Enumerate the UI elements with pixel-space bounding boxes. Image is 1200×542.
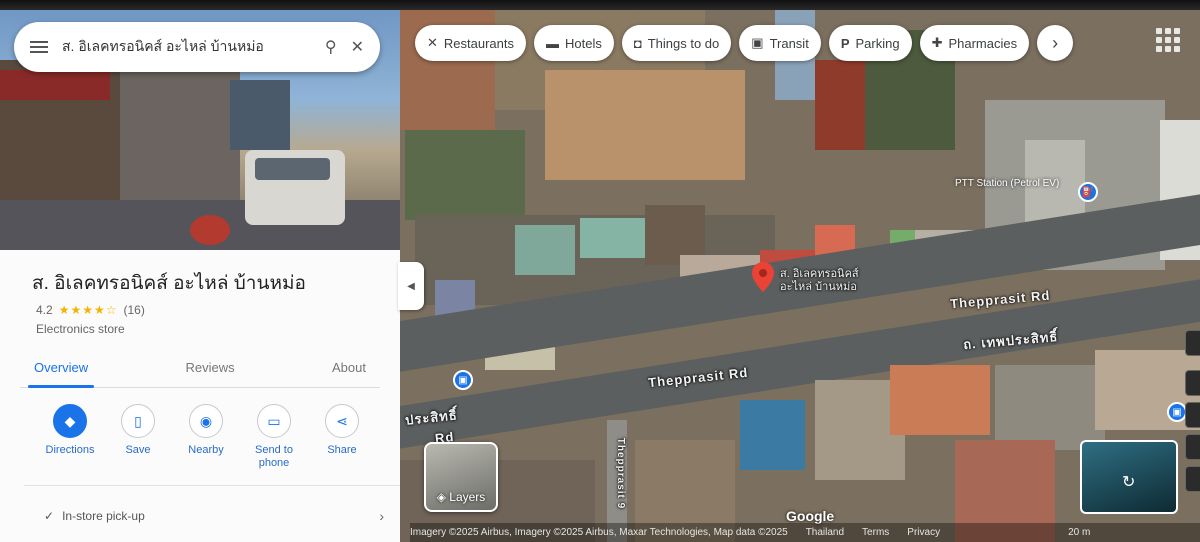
category-chips: ✕ Restaurants ▬ Hotels ◘ Things to do ▣ Tran… [415,25,1074,61]
phone-icon: ▭ [257,404,291,438]
chip-restaurants[interactable]: ✕ Restaurants [415,25,526,61]
place-category[interactable]: Electronics store [36,322,125,336]
pharmacy-icon: ✚ [931,35,943,50]
chip-label: Restaurants [443,35,514,51]
road-label-side-street: Thepprasit 9 [615,437,627,510]
action-label: Send to phone [255,444,293,469]
pickup-label: In-store pick-up [62,509,145,523]
scale-label[interactable]: 20 m [1068,527,1090,538]
zoom-out-control[interactable] [1185,466,1200,492]
chevron-right-icon: › [379,508,384,524]
save-button[interactable]: ▯ Save [104,404,172,470]
map-side-control[interactable] [1185,330,1200,356]
nearby-button[interactable]: ◉ Nearby [172,404,240,470]
chip-label: Hotels [565,35,602,51]
collapse-panel-button[interactable]: ◀ [398,262,424,310]
chips-next-button[interactable]: › [1037,25,1074,61]
poi-marker-icon[interactable]: ▣ [1167,402,1187,422]
screen: Thepprasit Rd Thepprasit Rd ถ. เทพประสิท… [0,0,1200,542]
rating-row[interactable]: 4.2 ★★★★☆ (16) [36,303,145,317]
search-input[interactable]: ส. อิเลคทรอนิคส์ อะไหล่ บ้านหม่อ [62,36,311,58]
rotate-icon: ↻ [1122,474,1136,491]
pin-label: ส. อิเลคทรอนิคส์ อะไหล่ บ้านหม่อ [780,268,859,293]
zoom-in-control[interactable] [1185,434,1200,460]
apps-grid-button[interactable] [1150,22,1186,58]
chip-label: Things to do [647,35,720,51]
bus-icon: ▣ [751,35,764,50]
street-view-thumbnail[interactable]: ↻ [1080,440,1178,514]
action-label: Directions [45,444,95,456]
chip-label: Transit [769,35,809,51]
chevron-left-icon: ◀ [407,280,415,292]
chip-transit[interactable]: ▣ Transit [739,25,821,61]
location-control[interactable] [1185,402,1200,428]
place-title: ส. อิเลคทรอนิคส์ อะไหล่ บ้านหม่อ [32,273,306,294]
screen-bezel [0,0,1200,10]
rating-value: 4.2 [36,303,53,317]
chip-label: Parking [855,35,900,51]
close-icon[interactable]: ✕ [351,37,364,57]
action-buttons: ◆ Directions ▯ Save ◉ Nearby ▭ Send to p… [36,404,376,470]
place-panel: ส. อิเลคทรอนิคส์ อะไหล่ บ้านหม่อ ⚲ ✕ ส. … [0,0,400,542]
chip-pharmacies[interactable]: ✚ Pharmacies [919,25,1030,61]
directions-button[interactable]: ◆ Directions [36,404,104,470]
chevron-right-icon: › [1052,32,1059,53]
star-rating-icon: ★★★★☆ [58,303,118,317]
attribution-region[interactable]: Thailand [806,527,844,538]
directions-icon: ◆ [53,404,87,438]
in-store-pickup-row[interactable]: ✓ In-store pick-up › [44,508,384,524]
layers-label: Layers [449,490,486,504]
bed-icon: ▬ [546,35,559,51]
tab-overview[interactable]: Overview [20,352,102,388]
gas-station-icon[interactable]: ⛽ [1078,182,1098,202]
share-icon: ⋖ [325,404,359,438]
nearby-icon: ◉ [189,404,223,438]
send-to-phone-button[interactable]: ▭ Send to phone [240,404,308,470]
compass-control[interactable] [1185,370,1200,396]
attribution-text: Imagery ©2025 Airbus, Imagery ©2025 Airb… [410,527,788,538]
camera-icon: ◘ [633,35,642,51]
chip-things-to-do[interactable]: ◘ Things to do [621,25,732,61]
privacy-link[interactable]: Privacy [907,527,940,538]
review-count[interactable]: (16) [123,303,144,317]
chip-hotels[interactable]: ▬ Hotels [534,25,614,61]
fork-knife-icon: ✕ [427,35,438,50]
tab-reviews[interactable]: Reviews [172,352,249,387]
chip-label: Pharmacies [948,35,1018,51]
search-icon[interactable]: ⚲ [325,37,337,57]
chip-parking[interactable]: P Parking [828,25,912,61]
action-label: Nearby [188,444,224,456]
check-icon: ✓ [44,509,55,523]
action-label: Save [125,444,151,456]
tab-about[interactable]: About [318,352,380,387]
layers-icon: ◈ [436,490,446,504]
bookmark-icon: ▯ [121,404,155,438]
layers-button[interactable]: ◈ Layers [424,442,498,512]
divider [24,485,400,486]
terms-link[interactable]: Terms [862,527,889,538]
google-logo: Google [786,508,835,524]
place-tabs: Overview Reviews About [20,352,380,388]
location-pin-icon[interactable] [752,262,774,292]
parking-icon: P [840,35,850,51]
action-label: Share [327,444,357,456]
map-attribution: Imagery ©2025 Airbus, Imagery ©2025 Airb… [410,523,1200,542]
search-box[interactable]: ส. อิเลคทรอนิคส์ อะไหล่ บ้านหม่อ ⚲ ✕ [14,22,380,72]
menu-icon[interactable] [30,41,48,53]
poi-label-ptt[interactable]: PTT Station (Petrol EV) [955,178,1073,190]
transit-poi-icon[interactable]: ▣ [453,370,473,390]
share-button[interactable]: ⋖ Share [308,404,376,470]
